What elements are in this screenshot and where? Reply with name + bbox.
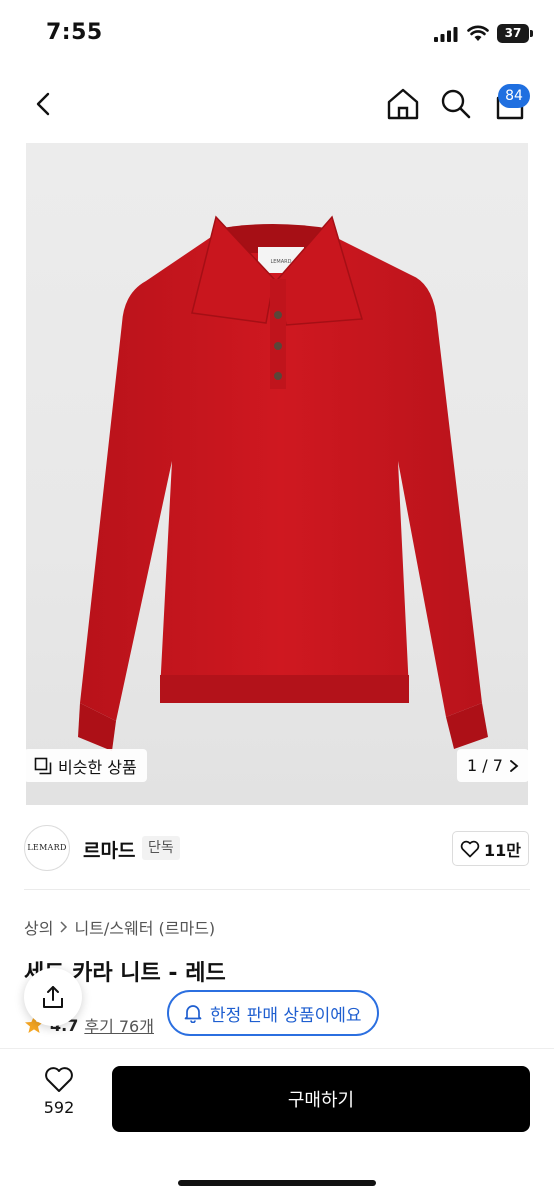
similar-products-label: 비슷한 상품: [58, 757, 137, 777]
bell-icon: [184, 1005, 202, 1023]
share-button[interactable]: [24, 968, 82, 1026]
signal-icon: [434, 27, 458, 42]
red-polo-knit-image: LEMARD: [78, 215, 488, 751]
battery-tip: [530, 30, 533, 37]
breadcrumb: 상의 니트/스웨터 (르마드): [24, 915, 215, 939]
status-bar: 7:55 37: [0, 0, 554, 66]
wishlist-button[interactable]: 592: [30, 1066, 88, 1132]
limited-sale-notice[interactable]: 한정 판매 상품이에요: [167, 990, 379, 1036]
brand-like-button[interactable]: 11만: [452, 831, 529, 866]
page-indicator-text: 1 / 7: [467, 756, 503, 775]
divider: [24, 889, 530, 890]
similar-icon: [34, 757, 52, 774]
exclusive-badge: 단독: [142, 836, 180, 860]
wifi-icon: [467, 25, 489, 41]
garment-label: LEMARD: [270, 259, 291, 265]
breadcrumb-item-subcategory[interactable]: 니트/스웨터 (르마드): [74, 915, 215, 939]
home-indicator[interactable]: [178, 1180, 376, 1186]
cart-badge: 84: [498, 84, 530, 108]
nav-bar: [0, 72, 554, 136]
heart-icon: [45, 1067, 73, 1092]
share-icon: [43, 986, 63, 1008]
heart-icon: [460, 840, 480, 857]
breadcrumb-item-category[interactable]: 상의: [24, 915, 53, 939]
battery-icon: 37: [497, 24, 529, 43]
image-page-indicator[interactable]: 1 / 7: [457, 749, 529, 782]
status-time: 7:55: [46, 20, 103, 45]
chevron-right-icon: [60, 921, 68, 933]
product-image[interactable]: LEMARD: [26, 143, 528, 805]
back-icon[interactable]: [26, 86, 62, 122]
limited-sale-text: 한정 판매 상품이에요: [210, 1005, 362, 1026]
brand-logo[interactable]: LEMARD: [24, 825, 70, 871]
home-icon[interactable]: [385, 86, 421, 122]
chevron-right-icon: [510, 759, 519, 772]
review-count-link[interactable]: 후기 76개: [84, 1013, 154, 1037]
brand-like-count: 11만: [484, 840, 521, 860]
brand-name[interactable]: 르마드: [83, 836, 135, 863]
search-icon[interactable]: [438, 86, 474, 122]
buy-button[interactable]: 구매하기: [112, 1066, 530, 1132]
similar-products-button[interactable]: 비슷한 상품: [24, 749, 147, 782]
wishlist-count: 592: [43, 1098, 75, 1117]
